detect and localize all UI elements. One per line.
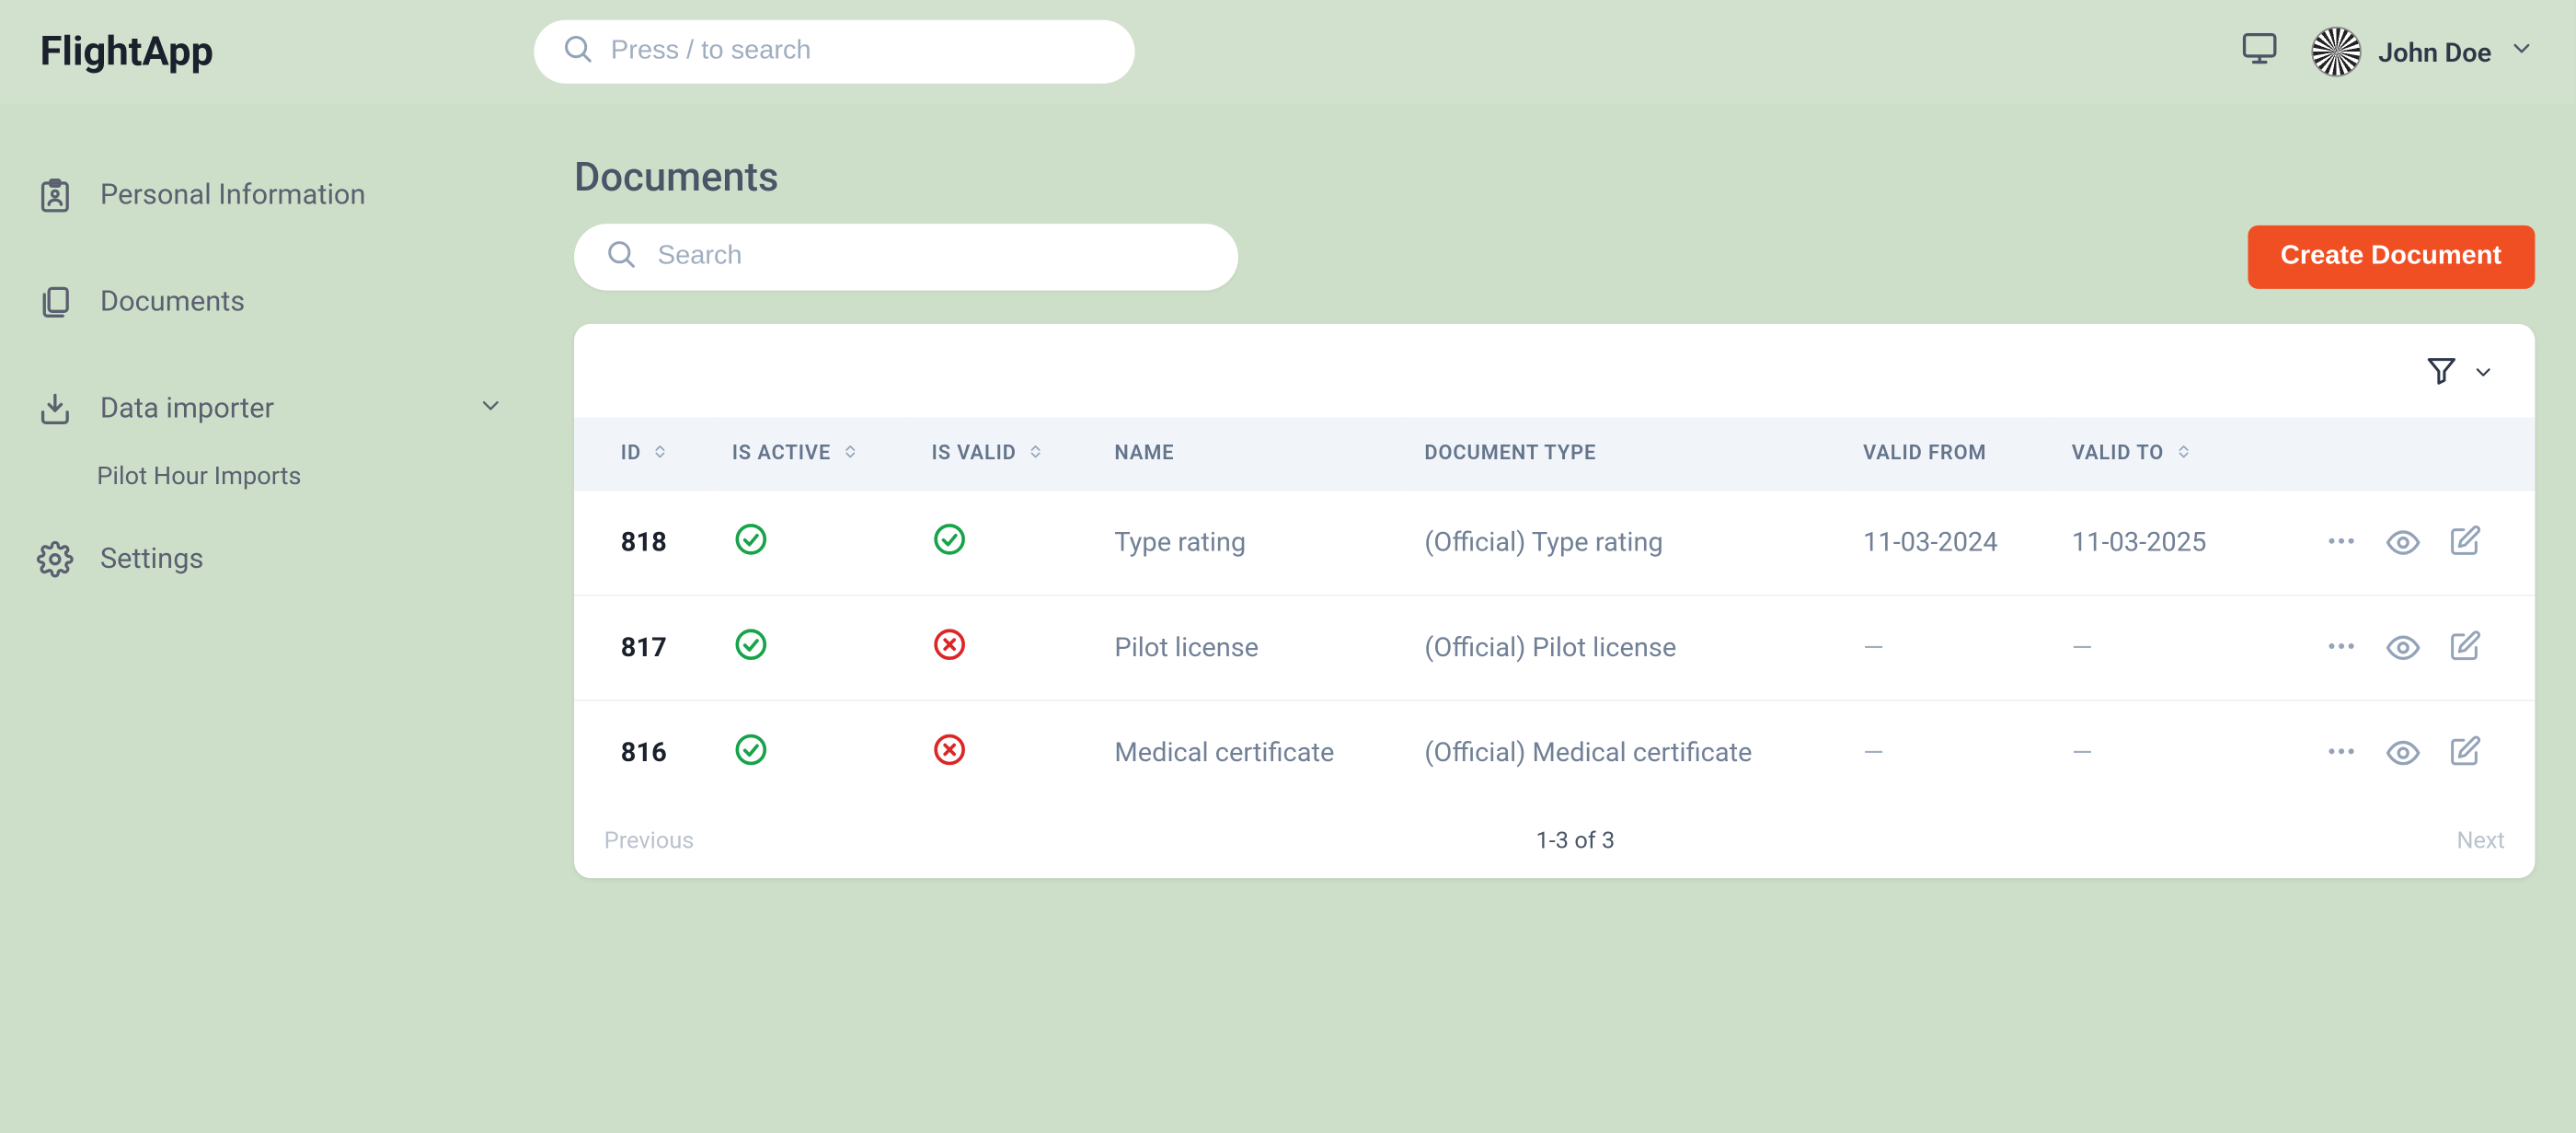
- cell-is-active: [712, 595, 912, 699]
- cell-is-valid: [912, 700, 1095, 804]
- sidebar-item-label: Settings: [100, 543, 204, 576]
- document-search-input[interactable]: [658, 242, 1209, 272]
- col-id[interactable]: ID: [574, 418, 712, 491]
- row-more-button[interactable]: [2325, 524, 2358, 561]
- cell-document-type: (Official) Type rating: [1405, 490, 1844, 595]
- col-is-active[interactable]: IS ACTIVE: [712, 418, 912, 491]
- app-brand[interactable]: FlightApp: [40, 29, 535, 75]
- cell-is-valid: [912, 595, 1095, 699]
- chevron-down-icon: [477, 391, 504, 426]
- create-document-button[interactable]: Create Document: [2248, 225, 2536, 289]
- check-circle-icon: [732, 521, 769, 558]
- pager-next[interactable]: Next: [2456, 827, 2504, 854]
- cell-valid-from: —: [1843, 595, 2052, 699]
- sort-icon: [2174, 442, 2192, 465]
- sidebar-item-label: Personal Information: [100, 179, 366, 212]
- cell-valid-to: —: [2052, 595, 2260, 699]
- sidebar-item-label: Data importer: [100, 392, 274, 425]
- documents-table-card: ID IS ACTIVE IS VALID NAME DOCUMENT TYPE…: [574, 324, 2535, 878]
- sidebar: Personal Information Documents Data impo…: [0, 103, 534, 928]
- col-name: NAME: [1095, 418, 1405, 491]
- cell-valid-from: —: [1843, 700, 2052, 804]
- global-search-input[interactable]: [611, 37, 1109, 67]
- filter-icon[interactable]: [2425, 354, 2458, 395]
- global-search[interactable]: [534, 20, 1134, 84]
- col-is-valid[interactable]: IS VALID: [912, 418, 1095, 491]
- cell-is-active: [712, 490, 912, 595]
- page-title: Documents: [574, 154, 2535, 201]
- table-row: 818Type rating(Official) Type rating11-0…: [574, 490, 2535, 595]
- table-row: 817 Pilot license(Official) Pilot license…: [574, 595, 2535, 699]
- x-circle-icon: [932, 731, 969, 768]
- row-edit-button[interactable]: [2448, 630, 2481, 666]
- row-more-button[interactable]: [2325, 630, 2358, 666]
- cell-id: 818: [574, 490, 712, 595]
- user-menu[interactable]: John Doe: [2312, 27, 2536, 76]
- row-edit-button[interactable]: [2448, 524, 2481, 561]
- row-view-button[interactable]: [2385, 524, 2421, 561]
- col-valid-to[interactable]: VALID TO: [2052, 418, 2260, 491]
- row-more-button[interactable]: [2325, 734, 2358, 771]
- sort-icon: [651, 442, 670, 465]
- cell-actions: [2260, 490, 2536, 595]
- chevron-down-icon: [2508, 35, 2535, 68]
- cell-actions: [2260, 700, 2536, 804]
- chevron-down-icon[interactable]: [2472, 358, 2495, 389]
- cell-valid-to: 11-03-2025: [2052, 490, 2260, 595]
- search-icon: [561, 31, 594, 72]
- pager-range: 1-3 of 3: [694, 827, 2456, 854]
- clipboard-user-icon: [37, 177, 74, 214]
- user-name: John Doe: [2378, 36, 2491, 67]
- x-circle-icon: [932, 626, 969, 663]
- sidebar-item-personal-info[interactable]: Personal Information: [33, 157, 507, 234]
- col-document-type: DOCUMENT TYPE: [1405, 418, 1844, 491]
- sidebar-item-pilot-hour-imports[interactable]: Pilot Hour Imports: [33, 461, 507, 491]
- sidebar-item-data-importer[interactable]: Data importer: [33, 371, 507, 447]
- cell-is-valid: [912, 490, 1095, 595]
- cell-is-active: [712, 700, 912, 804]
- cell-name: Pilot license: [1095, 595, 1405, 699]
- check-circle-icon: [732, 731, 769, 768]
- documents-icon: [37, 283, 74, 320]
- cell-name: Type rating: [1095, 490, 1405, 595]
- row-view-button[interactable]: [2385, 734, 2421, 771]
- row-edit-button[interactable]: [2448, 734, 2481, 771]
- check-circle-icon: [732, 626, 769, 663]
- table-row: 816 Medical certificate(Official) Medical…: [574, 700, 2535, 804]
- check-circle-icon: [932, 521, 969, 558]
- search-icon: [604, 237, 638, 278]
- cell-valid-from: 11-03-2024: [1843, 490, 2052, 595]
- cell-actions: [2260, 595, 2536, 699]
- cell-id: 817: [574, 595, 712, 699]
- document-search[interactable]: [574, 224, 1238, 291]
- cell-id: 816: [574, 700, 712, 804]
- documents-table: ID IS ACTIVE IS VALID NAME DOCUMENT TYPE…: [574, 418, 2535, 805]
- sort-icon: [841, 442, 859, 465]
- gear-icon: [37, 541, 74, 578]
- pager-previous[interactable]: Previous: [604, 827, 695, 854]
- monitor-icon[interactable]: [2241, 30, 2278, 74]
- col-valid-from: VALID FROM: [1843, 418, 2052, 491]
- sidebar-item-documents[interactable]: Documents: [33, 264, 507, 341]
- pager: Previous 1-3 of 3 Next: [574, 804, 2535, 878]
- cell-document-type: (Official) Pilot license: [1405, 595, 1844, 699]
- sort-icon: [1027, 442, 1045, 465]
- row-view-button[interactable]: [2385, 630, 2421, 666]
- avatar: [2312, 27, 2362, 76]
- cell-valid-to: —: [2052, 700, 2260, 804]
- sidebar-item-label: Documents: [100, 285, 245, 318]
- sidebar-item-settings[interactable]: Settings: [33, 521, 507, 597]
- import-icon: [37, 390, 74, 427]
- cell-name: Medical certificate: [1095, 700, 1405, 804]
- cell-document-type: (Official) Medical certificate: [1405, 700, 1844, 804]
